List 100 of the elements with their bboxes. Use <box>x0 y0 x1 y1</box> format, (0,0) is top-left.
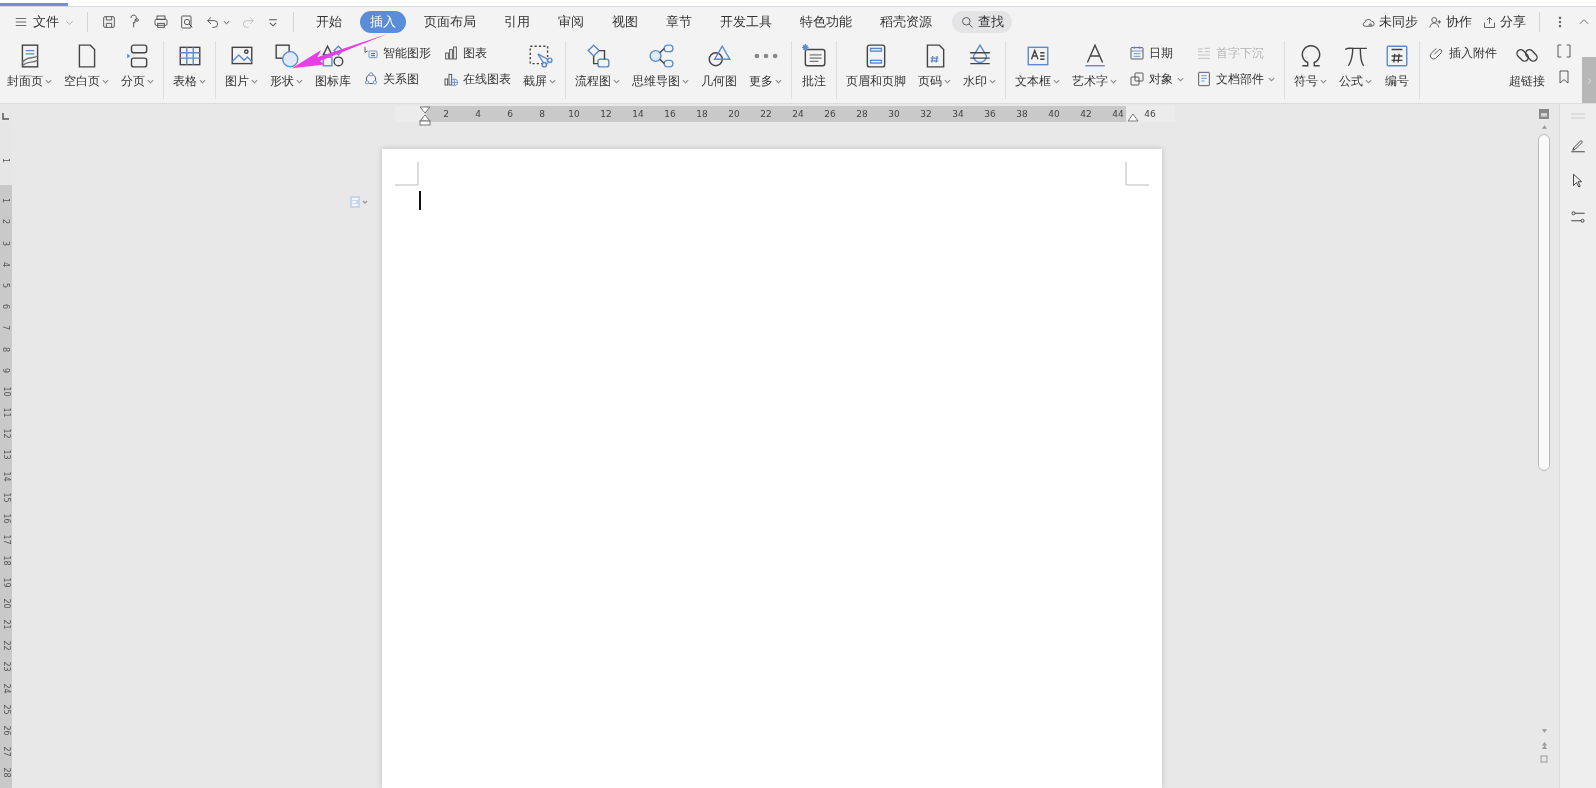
ribbon-tab[interactable]: 章节 <box>656 11 702 33</box>
margin-corner-icon <box>1125 162 1149 186</box>
file-menu-button[interactable]: 文件 <box>10 10 79 34</box>
scrollbar-thumb[interactable] <box>1538 134 1550 471</box>
ribbon-button[interactable]: 智能图形 <box>361 43 433 63</box>
ruler-number: 22 <box>759 109 773 119</box>
ruler-number: 16 <box>1 513 12 524</box>
ribbon-button[interactable]: 更多 <box>744 43 787 97</box>
drop-cap-icon <box>1196 45 1212 61</box>
ruler-number: 10 <box>1 386 12 397</box>
ribbon-tab[interactable]: 视图 <box>602 11 648 33</box>
bar-chart-icon <box>443 45 459 61</box>
redo-icon <box>240 14 256 30</box>
ruler-number: 8 <box>1 346 12 352</box>
ruler-number: 23 <box>1 661 12 672</box>
ribbon-button[interactable]: 在线图表 <box>441 69 513 89</box>
ribbon-tab[interactable]: 稻壳资源 <box>870 11 942 33</box>
ribbon-button[interactable]: 超链接 <box>1504 43 1550 97</box>
ribbon-button[interactable]: 对象 <box>1127 69 1186 89</box>
ribbon-tab[interactable]: 页面布局 <box>414 11 486 33</box>
menu-icon <box>14 15 28 29</box>
ruler-number: 13 <box>1 449 12 461</box>
ribbon-button[interactable]: 页眉和页脚 <box>841 43 911 97</box>
caret-icon <box>45 79 52 84</box>
ruler-number: 11 <box>1 407 12 418</box>
ribbon-button[interactable]: 公式 <box>1334 43 1377 97</box>
ribbon-button[interactable]: 空白页 <box>59 43 114 97</box>
ribbon-tab[interactable]: 开发工具 <box>710 11 782 33</box>
ribbon-button[interactable]: 思维导图 <box>627 43 694 97</box>
ribbon-button[interactable]: 截屏 <box>518 43 561 97</box>
ribbon-button[interactable]: 封面页 <box>2 43 57 97</box>
ribbon-button[interactable]: 几何图 <box>696 43 742 97</box>
shapes-icon <box>273 43 300 69</box>
relationship-icon <box>363 71 379 87</box>
ruler-number: 42 <box>1079 109 1093 119</box>
ruler-number: 26 <box>823 109 837 119</box>
ribbon-button[interactable]: 图表 <box>441 43 513 63</box>
ribbon-tab[interactable]: 审阅 <box>548 11 594 33</box>
toolbar-button[interactable]: 未同步 <box>1356 11 1423 33</box>
ribbon-button[interactable]: 符号 <box>1289 43 1332 97</box>
caret-icon <box>1365 79 1372 84</box>
calendar-icon <box>1129 45 1145 61</box>
ruler-toggle-icon <box>1538 108 1550 120</box>
ribbon-button[interactable]: 文本框 <box>1010 43 1065 97</box>
ribbon-button[interactable]: 文档部件 <box>1194 69 1277 89</box>
ribbon-tab[interactable]: 特色功能 <box>790 11 862 33</box>
ribbon-button[interactable]: 批注 <box>796 43 832 97</box>
ribbon-button[interactable]: 分页 <box>116 43 159 97</box>
caret-icon <box>1268 76 1275 82</box>
toolbar-button[interactable]: 协作 <box>1423 11 1477 33</box>
ruler-number: 40 <box>1047 109 1061 119</box>
numbering-icon <box>1384 43 1410 69</box>
select-browse-button[interactable] <box>1538 752 1550 766</box>
ruler-number: 17 <box>1 534 12 545</box>
ruler-number: 6 <box>1 304 12 310</box>
ruler-number: 30 <box>887 109 901 119</box>
ribbon-tab[interactable]: 开始 <box>306 11 352 33</box>
comment-icon <box>801 43 827 69</box>
ribbon-button[interactable]: 图片 <box>220 43 263 97</box>
ribbon-button[interactable]: 水印 <box>958 43 1001 97</box>
shapes-grid-icon <box>320 43 346 69</box>
sliders-icon <box>1569 208 1587 226</box>
ribbon-button[interactable]: 流程图 <box>570 43 625 97</box>
caret-icon <box>1320 79 1327 84</box>
person-add-icon <box>1428 14 1443 30</box>
ribbon-tab[interactable]: 引用 <box>494 11 540 33</box>
caret-icon <box>989 79 996 84</box>
ruler-number: 2 <box>1 219 12 225</box>
ribbon-button[interactable]: 形状 <box>265 43 308 97</box>
caret-icon <box>613 79 620 84</box>
ribbon-button[interactable]: 艺术字 <box>1067 43 1122 97</box>
ruler-number: 26 <box>1 725 12 736</box>
caret-icon <box>251 79 258 84</box>
caret-icon <box>682 79 689 84</box>
ribbon-button[interactable]: 页码 <box>913 43 956 97</box>
ruler-number: 18 <box>695 109 709 119</box>
mind-map-icon <box>647 43 674 69</box>
ruler-number: 27 <box>1 746 12 757</box>
ruler-number: 20 <box>1 598 12 609</box>
ruler-number: 15 <box>1 492 12 503</box>
margin-corner-icon <box>395 162 419 186</box>
bracket-icon <box>1556 43 1572 59</box>
object-icon <box>1129 71 1145 87</box>
ribbon-button[interactable]: 日期 <box>1127 43 1186 63</box>
ribbon-button[interactable]: 关系图 <box>361 69 433 89</box>
ribbon-button[interactable]: 插入附件 <box>1427 43 1499 63</box>
search-button[interactable]: 查找 <box>952 11 1012 33</box>
caret-icon <box>296 79 303 84</box>
ruler-number: 1 <box>1 158 12 164</box>
paperclip-icon <box>1429 45 1445 61</box>
ruler-number: 12 <box>1 428 12 439</box>
ribbon-button[interactable]: 图标库 <box>310 43 356 97</box>
ribbon-button[interactable]: 编号 <box>1379 43 1415 97</box>
toolbar-button[interactable]: 分享 <box>1477 11 1531 33</box>
ruler-number: 20 <box>727 109 741 119</box>
more-icon <box>752 52 779 60</box>
tab-stop-icon <box>1 112 10 121</box>
indent-marker-icon <box>419 106 431 126</box>
ruler-number: 2 <box>442 109 450 119</box>
ribbon-button[interactable]: 表格 <box>168 43 211 97</box>
